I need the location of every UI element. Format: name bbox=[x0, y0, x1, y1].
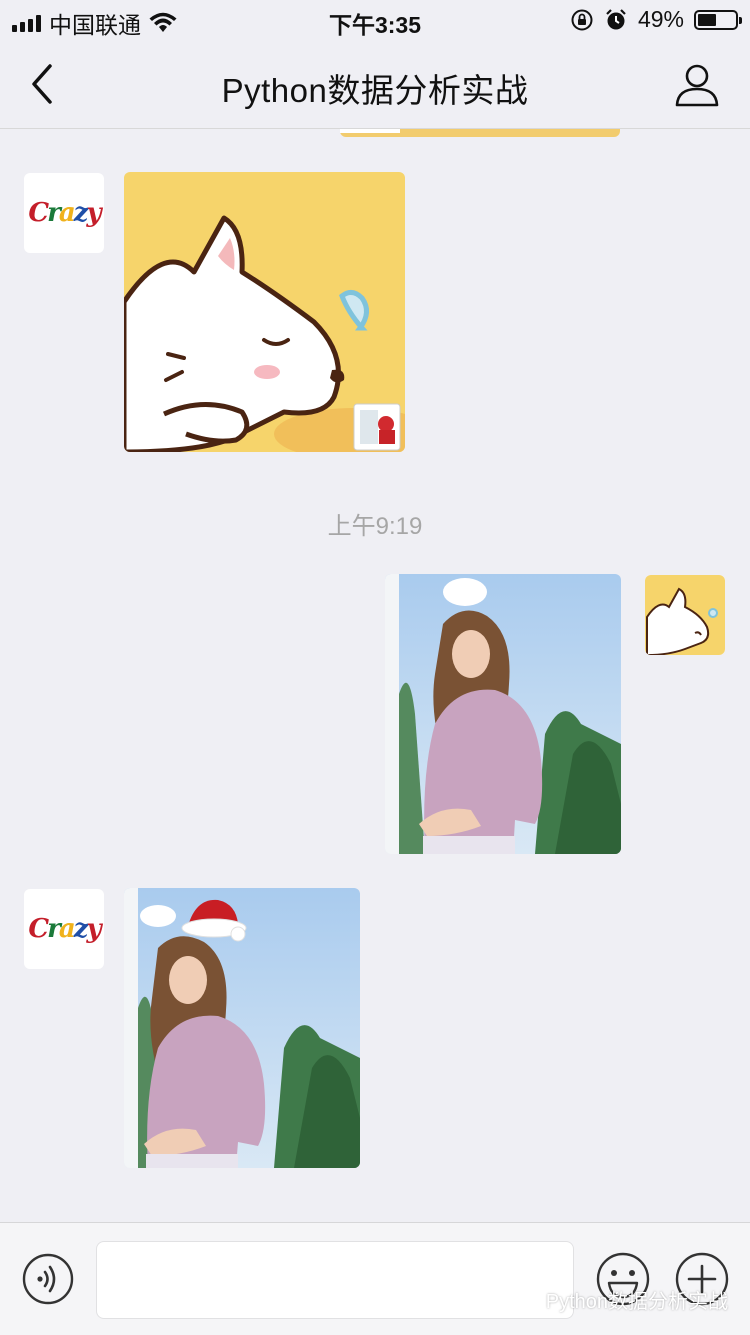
wechat-icon bbox=[509, 1288, 539, 1310]
previous-message-image[interactable] bbox=[340, 129, 620, 137]
watermark-text: Python数据分析实战 bbox=[545, 1291, 728, 1313]
message-input[interactable] bbox=[96, 1241, 574, 1319]
chat-area[interactable]: Crazy 上午9:19 C r a z y bbox=[0, 129, 750, 1222]
voice-icon[interactable] bbox=[22, 1253, 74, 1305]
dog-avatar-icon bbox=[645, 575, 725, 655]
timestamp: 上午9:19 bbox=[327, 513, 423, 540]
crazy-logo: Crazy bbox=[28, 198, 101, 228]
page-title: Python数据分析实战 bbox=[221, 72, 529, 109]
crazy-logo: Crazy bbox=[28, 914, 101, 944]
status-bar: 中国联通 下午3:35 49% bbox=[0, 0, 750, 40]
avatar[interactable]: Crazy bbox=[24, 173, 104, 253]
input-bar: Python数据分析实战 bbox=[0, 1222, 750, 1335]
battery-icon bbox=[694, 9, 742, 30]
avatar[interactable]: Crazy bbox=[24, 889, 104, 969]
woman-photo-image[interactable] bbox=[385, 574, 621, 854]
dog-sticker-image[interactable] bbox=[124, 172, 405, 452]
alarm-icon bbox=[606, 8, 626, 29]
person-icon[interactable] bbox=[674, 62, 720, 108]
self-avatar[interactable] bbox=[645, 575, 725, 655]
status-right: 49% bbox=[570, 6, 742, 33]
orientation-lock-icon bbox=[571, 9, 593, 30]
santa-hat-photo-image[interactable] bbox=[124, 888, 360, 1168]
nav-bar: Python数据分析实战 bbox=[0, 40, 750, 129]
watermark: Python数据分析实战 bbox=[509, 1285, 728, 1314]
battery-percent: 49% bbox=[637, 6, 684, 32]
